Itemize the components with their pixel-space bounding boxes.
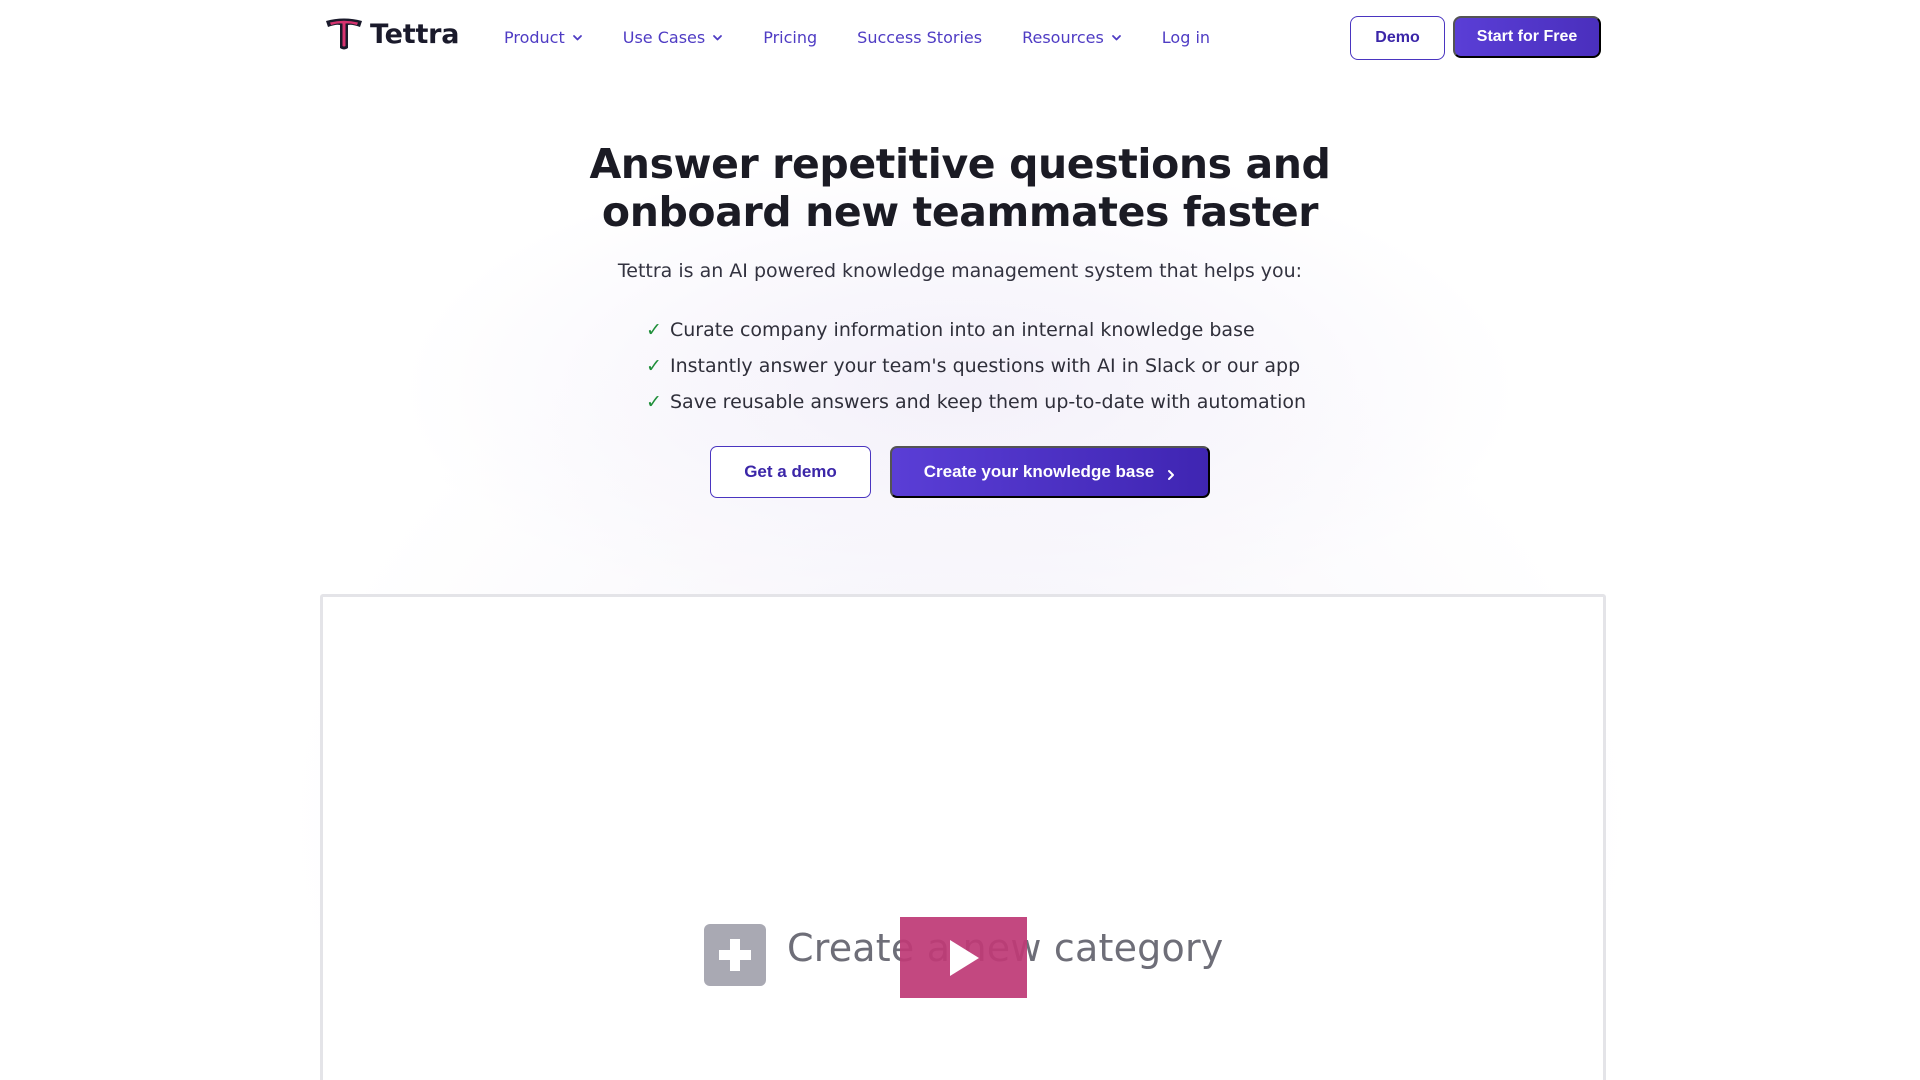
nav-item-label: Log in xyxy=(1161,28,1211,47)
chevron-down-icon xyxy=(572,32,583,43)
nav-item-label: Success Stories xyxy=(857,28,983,47)
get-a-demo-button[interactable]: Get a demo xyxy=(710,446,871,498)
list-item-text: Instantly answer your team's questions w… xyxy=(670,355,1301,377)
check-icon: ✓ xyxy=(646,319,662,341)
play-button[interactable] xyxy=(900,917,1027,998)
hero-title: Answer repetitive questions and onboard … xyxy=(560,140,1360,236)
create-knowledge-base-label: Create your knowledge base xyxy=(923,462,1155,481)
nav-item-use-cases[interactable]: Use Cases xyxy=(623,28,723,47)
nav-item-label: Product xyxy=(504,28,565,47)
check-icon: ✓ xyxy=(646,391,662,413)
start-for-free-button[interactable]: Start for Free xyxy=(1453,16,1601,58)
nav-item-success-stories[interactable]: Success Stories xyxy=(857,28,982,47)
tettra-logo-icon xyxy=(326,18,362,50)
list-item: ✓ Save reusable answers and keep them up… xyxy=(646,384,1306,420)
list-item-text: Save reusable answers and keep them up-t… xyxy=(670,391,1307,413)
list-item: ✓ Instantly answer your team's questions… xyxy=(646,348,1306,384)
list-item-text: Curate company information into an inter… xyxy=(670,319,1255,341)
check-icon: ✓ xyxy=(646,355,662,377)
brand-logo[interactable]: Tettra xyxy=(324,16,459,52)
demo-button[interactable]: Demo xyxy=(1350,16,1445,60)
feature-list: ✓ Curate company information into an int… xyxy=(646,312,1306,420)
chevron-down-icon xyxy=(1111,32,1122,43)
brand-name: Tettra xyxy=(370,18,460,50)
video-player[interactable] xyxy=(320,594,1606,1080)
nav-item-log-in[interactable]: Log in xyxy=(1162,28,1210,47)
nav-item-resources[interactable]: Resources xyxy=(1022,28,1122,47)
hero-title-line-1: Answer repetitive questions and xyxy=(589,140,1331,188)
chevron-down-icon xyxy=(712,32,723,43)
site-header: Tettra Product Use Cases Pricing Success… xyxy=(0,0,1920,78)
plus-icon xyxy=(704,924,766,986)
nav-item-pricing[interactable]: Pricing xyxy=(763,28,817,47)
list-item: ✓ Curate company information into an int… xyxy=(646,312,1306,348)
nav-item-label: Resources xyxy=(1022,28,1104,47)
create-knowledge-base-button[interactable]: Create your knowledge base xyxy=(890,446,1210,498)
nav-item-product[interactable]: Product xyxy=(504,28,583,47)
hero-subtitle: Tettra is an AI powered knowledge manage… xyxy=(617,260,1303,282)
page: Tettra Product Use Cases Pricing Success… xyxy=(0,0,1920,1080)
play-icon xyxy=(949,939,979,976)
nav-item-label: Pricing xyxy=(763,28,818,47)
hero-title-line-2: onboard new teammates faster xyxy=(601,188,1319,236)
main-nav: Product Use Cases Pricing Success Storie… xyxy=(504,28,1250,47)
nav-item-label: Use Cases xyxy=(622,28,706,47)
chevron-right-icon xyxy=(1166,466,1176,480)
